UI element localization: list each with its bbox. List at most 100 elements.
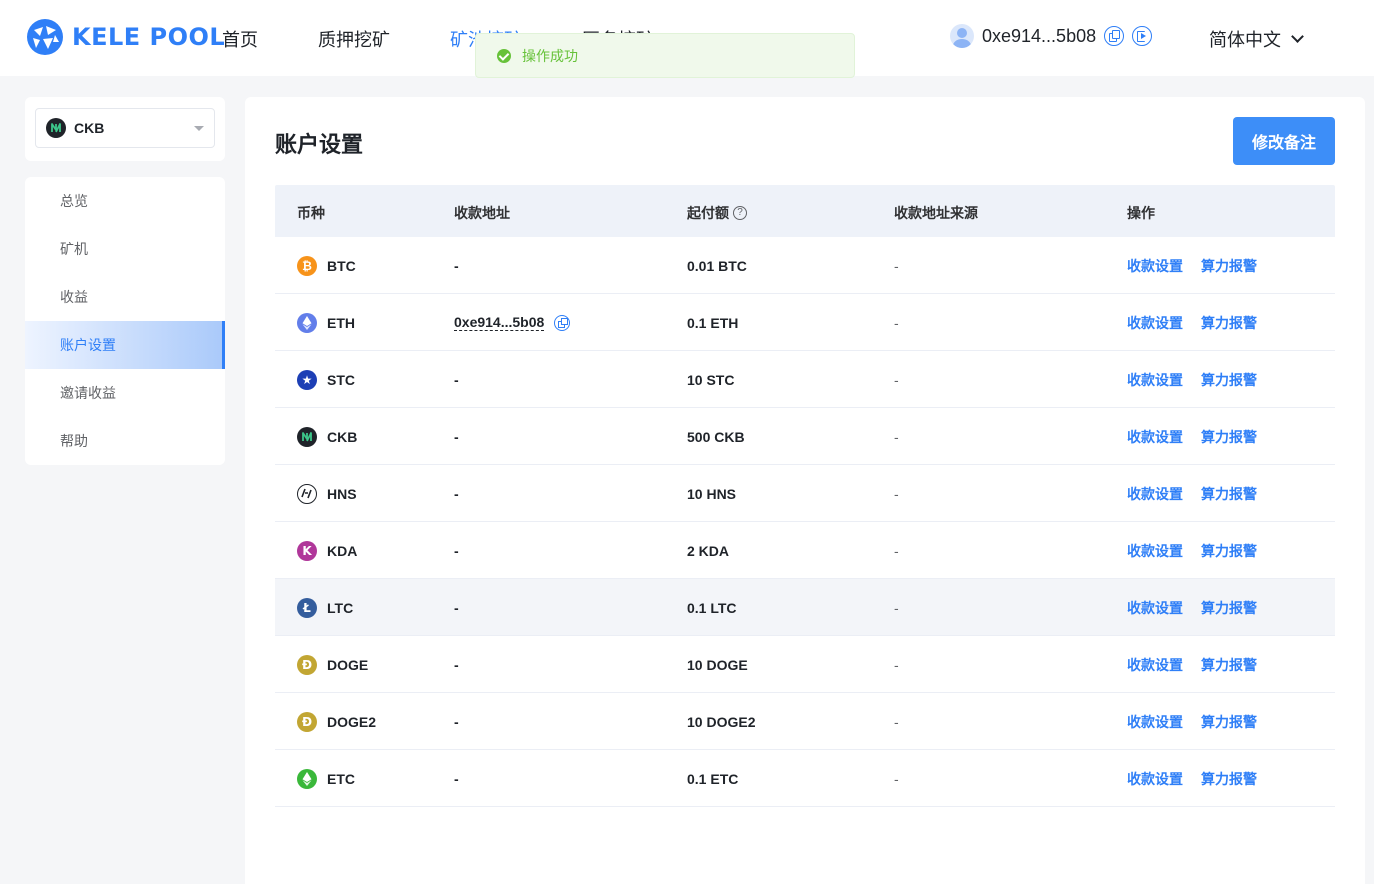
min-payout: 500 CKB	[687, 428, 745, 445]
table-header: 币种 收款地址 起付额 ? 收款地址来源 操作	[275, 185, 1335, 237]
table-row: Ð DOGE - 10 DOGE - 收款设置 算力报警	[275, 636, 1335, 693]
table-row: K KDA - 2 KDA - 收款设置 算力报警	[275, 522, 1335, 579]
min-payout: 10 HNS	[687, 485, 737, 502]
account-address: 0xe914...5b08	[982, 25, 1097, 46]
payout-address: -	[454, 257, 459, 274]
edit-remark-button[interactable]: 修改备注	[1233, 117, 1335, 165]
payout-settings-link[interactable]: 收款设置	[1127, 256, 1183, 276]
table-row: ★ STC - 10 STC - 收款设置 算力报警	[275, 351, 1335, 408]
payout-settings-link[interactable]: 收款设置	[1127, 712, 1183, 732]
success-toast: 操作成功	[475, 33, 855, 78]
coin-name: STC	[327, 371, 355, 388]
starcoin-icon: ★	[297, 369, 317, 390]
header-address-source: 收款地址来源	[894, 205, 978, 221]
sidebar-item-account-settings[interactable]: 账户设置	[25, 321, 225, 369]
min-payout: 10 DOGE	[687, 656, 748, 673]
hashrate-alert-link[interactable]: 算力报警	[1201, 655, 1257, 675]
dogecoin-icon: Ð	[297, 654, 317, 675]
hashrate-alert-link[interactable]: 算力报警	[1201, 313, 1257, 333]
header-coin: 币种	[297, 205, 325, 221]
brand-logo[interactable]: KELE POOL	[26, 18, 225, 56]
payout-address: -	[454, 770, 459, 787]
address-source: -	[894, 656, 899, 673]
caret-down-icon	[194, 126, 204, 131]
sidebar-menu: 总览 矿机 收益 账户设置 邀请收益 帮助	[25, 177, 225, 465]
address-source: -	[894, 599, 899, 616]
hashrate-alert-link[interactable]: 算力报警	[1201, 769, 1257, 789]
min-payout: 0.01 BTC	[687, 257, 747, 274]
min-payout: 10 STC	[687, 371, 735, 388]
ethereum-classic-icon	[297, 768, 317, 789]
payout-settings-link[interactable]: 收款设置	[1127, 655, 1183, 675]
coin-name: LTC	[327, 599, 354, 616]
copy-icon[interactable]	[554, 314, 571, 331]
hashrate-alert-link[interactable]: 算力报警	[1201, 541, 1257, 561]
min-payout: 0.1 ETC	[687, 770, 739, 787]
payout-address: -	[454, 371, 459, 388]
handshake-icon	[297, 483, 317, 504]
address-source: -	[894, 713, 899, 730]
payout-address: -	[454, 485, 459, 502]
coin-name: BTC	[327, 257, 356, 274]
payout-address: -	[454, 599, 459, 616]
nav-item-home[interactable]: 首页	[222, 26, 258, 52]
table-row: Ð DOGE2 - 10 DOGE2 - 收款设置 算力报警	[275, 693, 1335, 750]
hashrate-alert-link[interactable]: 算力报警	[1201, 712, 1257, 732]
header-min-payout: 起付额 ?	[687, 203, 747, 223]
address-source: -	[894, 770, 899, 787]
hashrate-alert-link[interactable]: 算力报警	[1201, 370, 1257, 390]
min-payout: 0.1 ETH	[687, 314, 739, 331]
logout-icon[interactable]	[1132, 26, 1153, 46]
dogecoin-icon: Ð	[297, 711, 317, 732]
payout-settings-link[interactable]: 收款设置	[1127, 769, 1183, 789]
coin-selector-panel: CKB	[25, 97, 225, 161]
address-source: -	[894, 314, 899, 331]
main-panel: 账户设置 修改备注 币种 收款地址 起付额 ? 收款地址来源 操作 ₿ BTC …	[245, 97, 1365, 884]
address-source: -	[894, 371, 899, 388]
address-source: -	[894, 485, 899, 502]
sidebar-item-earnings[interactable]: 收益	[25, 273, 225, 321]
language-selector[interactable]: 简体中文	[1209, 26, 1304, 52]
coin-name: ETH	[327, 314, 355, 331]
nav-item-staking[interactable]: 质押挖矿	[318, 26, 390, 52]
sidebar-item-invite-earnings[interactable]: 邀请收益	[25, 369, 225, 417]
payout-settings-link[interactable]: 收款设置	[1127, 598, 1183, 618]
payout-settings-link[interactable]: 收款设置	[1127, 370, 1183, 390]
payout-settings-link[interactable]: 收款设置	[1127, 313, 1183, 333]
account-info: 0xe914...5b08	[950, 24, 1153, 48]
selected-coin: CKB	[74, 120, 105, 136]
payout-address: -	[454, 542, 459, 559]
sidebar-item-miners[interactable]: 矿机	[25, 225, 225, 273]
hashrate-alert-link[interactable]: 算力报警	[1201, 484, 1257, 504]
table-row: HNS - 10 HNS - 收款设置 算力报警	[275, 465, 1335, 522]
page-title: 账户设置	[275, 132, 364, 157]
sidebar-item-help[interactable]: 帮助	[25, 417, 225, 465]
chevron-down-icon	[1291, 30, 1304, 43]
bitcoin-icon: ₿	[297, 255, 317, 276]
account-settings-table: 币种 收款地址 起付额 ? 收款地址来源 操作 ₿ BTC - 0.01 BTC…	[275, 185, 1335, 807]
coin-name: CKB	[327, 428, 358, 445]
payout-settings-link[interactable]: 收款设置	[1127, 541, 1183, 561]
header-address: 收款地址	[454, 205, 510, 221]
coin-name: HNS	[327, 485, 357, 502]
coin-select[interactable]: CKB	[35, 108, 215, 148]
kele-logo-icon	[27, 19, 63, 55]
address-source: -	[894, 257, 899, 274]
payout-address: -	[454, 713, 459, 730]
avatar	[950, 24, 974, 48]
litecoin-icon: Ł	[297, 597, 317, 618]
table-row: ETH 0xe914...5b08 0.1 ETH - 收款设置 算力报警	[275, 294, 1335, 351]
sidebar-item-overview[interactable]: 总览	[25, 177, 225, 225]
payout-settings-link[interactable]: 收款设置	[1127, 427, 1183, 447]
hashrate-alert-link[interactable]: 算力报警	[1201, 598, 1257, 618]
ethereum-icon	[297, 312, 317, 333]
copy-icon[interactable]	[1104, 26, 1125, 46]
payout-settings-link[interactable]: 收款设置	[1127, 484, 1183, 504]
nervos-icon	[46, 118, 66, 138]
help-icon[interactable]: ?	[733, 206, 747, 220]
table-row: Ł LTC - 0.1 LTC - 收款设置 算力报警	[275, 579, 1335, 636]
payout-address[interactable]: 0xe914...5b08	[454, 314, 545, 331]
hashrate-alert-link[interactable]: 算力报警	[1201, 256, 1257, 276]
table-row: ETC - 0.1 ETC - 收款设置 算力报警	[275, 750, 1335, 807]
hashrate-alert-link[interactable]: 算力报警	[1201, 427, 1257, 447]
